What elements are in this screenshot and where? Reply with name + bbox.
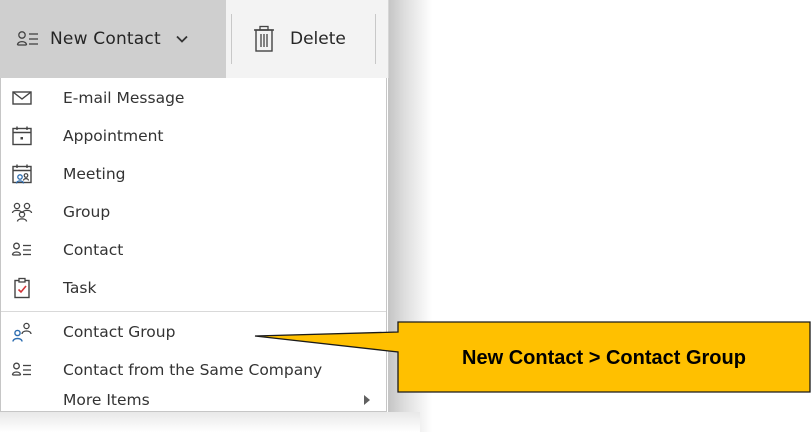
menu-item-label: Appointment [63,127,164,145]
envelope-icon [12,91,32,105]
menu-item-more-items[interactable]: More Items [1,389,386,411]
menu-item-label: Group [63,203,111,221]
menu-item-meeting[interactable]: Meeting [1,155,386,193]
menu-item-label: Contact from the Same Company [63,361,323,379]
menu-item-contact-same-company[interactable]: Contact from the Same Company [1,351,386,389]
menu-item-group[interactable]: Group [1,193,386,231]
new-contact-button[interactable]: New Contact [0,0,226,78]
menu-item-label: Task [63,279,97,297]
toolbar-divider [375,14,376,64]
menu-item-label: E-mail Message [63,89,185,107]
ribbon-toolbar: New Contact Delete [0,0,389,78]
menu-item-label: More Items [63,391,150,409]
menu-divider [1,311,386,312]
callout-label: New Contact > Contact Group [462,346,746,369]
screenshot-stage: New Contact Delete E-mail Message Appoin… [0,0,811,432]
menu-item-appointment[interactable]: Appointment [1,117,386,155]
menu-item-email-message[interactable]: E-mail Message [1,79,386,117]
calendar-icon [12,126,32,146]
task-clipboard-icon [14,277,30,299]
contact-card-icon [11,242,31,256]
new-items-dropdown-menu: E-mail Message Appointment Meeting Group… [0,78,387,412]
menu-item-contact-group[interactable]: Contact Group [1,313,386,351]
group-people-icon [11,202,33,222]
chevron-down-icon[interactable] [175,32,189,46]
new-contact-label: New Contact [50,29,161,49]
menu-item-contact[interactable]: Contact [1,231,386,269]
trash-icon [254,25,274,52]
submenu-arrow-icon [364,395,370,405]
contact-card-icon [16,31,38,46]
delete-label: Delete [290,29,346,49]
menu-item-label: Contact Group [63,323,176,341]
contact-group-icon [12,322,32,342]
menu-item-label: Meeting [63,165,126,183]
delete-button[interactable]: Delete [236,0,376,78]
menu-shadow-bottom [0,412,420,432]
meeting-calendar-icon [12,164,32,184]
menu-item-task[interactable]: Task [1,269,386,307]
toolbar-divider [231,14,232,64]
contact-card-icon [11,362,31,376]
menu-item-label: Contact [63,241,124,259]
